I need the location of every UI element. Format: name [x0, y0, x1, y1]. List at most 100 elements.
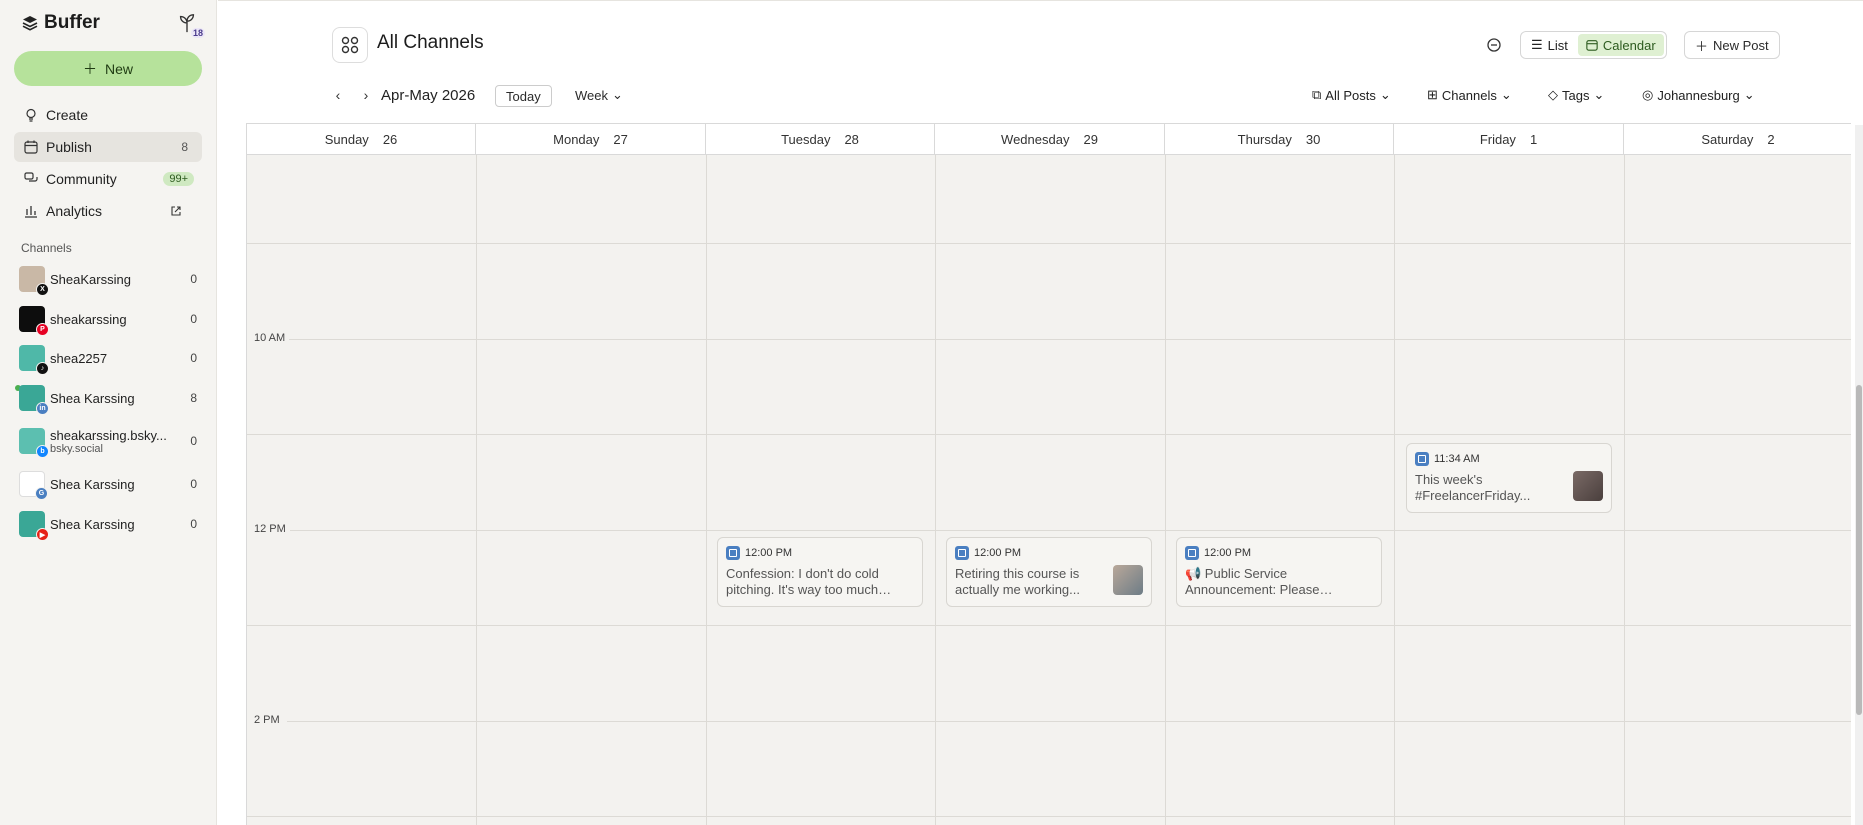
avatar: ▶	[19, 511, 49, 541]
post-text: Confession: I don't do cold pitching. It…	[726, 566, 879, 597]
hour-line	[247, 243, 1851, 244]
page-title: All Channels	[377, 32, 484, 53]
channel-item[interactable]: ▶ Shea Karssing 0	[19, 508, 203, 541]
post-time: 11:34 AM	[1415, 452, 1603, 466]
week-selector[interactable]: Week ⌄	[575, 87, 623, 103]
new-post-button[interactable]: ＋ New Post	[1684, 31, 1780, 59]
chevron-down-icon: ⌄	[1593, 87, 1605, 102]
scrollbar-thumb[interactable]	[1856, 385, 1862, 715]
post-card[interactable]: 11:34 AM This week's #FreelancerFriday..…	[1406, 443, 1612, 513]
channel-name: Shea Karssing	[50, 390, 135, 406]
day-header-friday: Friday 1	[1394, 124, 1624, 155]
post-card[interactable]: 12:00 PM Confession: I don't do cold pit…	[717, 537, 923, 607]
new-button[interactable]: ＋ New	[14, 51, 202, 86]
post-text: This week's #FreelancerFriday...	[1415, 472, 1531, 503]
tags-filter[interactable]: ◇ Tags ⌄	[1548, 87, 1604, 103]
plus-icon: ＋	[82, 60, 97, 77]
chevron-left-icon[interactable]: ‹	[330, 87, 346, 103]
hour-line	[287, 339, 1851, 340]
post-text: Retiring this course is actually me work…	[955, 566, 1080, 597]
all-channels-icon	[332, 27, 368, 63]
day-header-sunday: Sunday 26	[247, 124, 476, 155]
chat-bubbles-icon	[24, 172, 38, 182]
list-view-button[interactable]: ☰ List	[1523, 34, 1576, 56]
day-name: Monday	[553, 132, 600, 147]
channel-count: 0	[190, 434, 197, 448]
chevron-right-icon[interactable]: ›	[358, 87, 374, 103]
youtube-icon: ▶	[36, 528, 49, 541]
sidebar-item-label: Analytics	[46, 203, 103, 219]
hour-line	[247, 625, 1851, 626]
channel-count: 0	[190, 477, 197, 491]
publish-count: 8	[181, 140, 188, 154]
sidebar-item-community[interactable]: Community 99+	[14, 164, 202, 194]
buffer-logo[interactable]: Buffer	[22, 12, 100, 34]
calendar-view-button[interactable]: Calendar	[1577, 34, 1664, 56]
date-range: Apr-May 2026	[381, 87, 476, 104]
calendar-grid[interactable]: 10 AM 12 PM 2 PM 11:34 AM This week's #F…	[247, 155, 1851, 825]
day-date: 2	[1767, 132, 1775, 147]
sidebar-nav: Create Publish 8 Community 99+ Analytics	[14, 100, 202, 228]
day-date: 29	[1083, 132, 1098, 147]
day-header-monday: Monday 27	[476, 124, 706, 155]
calendar-view-label: Calendar	[1602, 37, 1656, 53]
chevron-down-icon: ⌄	[1743, 87, 1755, 102]
channel-item[interactable]: ♪ shea2257 0	[19, 342, 203, 375]
avatar: X	[19, 266, 49, 296]
posts-icon: ⧉	[1312, 87, 1322, 102]
post-time: 12:00 PM	[726, 546, 914, 560]
channel-name: SheaKarssing	[50, 271, 131, 287]
day-header-wednesday: Wednesday 29	[935, 124, 1165, 155]
chat-icon[interactable]	[1486, 37, 1502, 53]
new-post-label: New Post	[1713, 37, 1769, 53]
tags-filter-label: Tags	[1562, 87, 1590, 103]
channel-name: Shea Karssing	[50, 516, 135, 532]
sidebar-item-label: Create	[46, 107, 89, 123]
day-date: 30	[1305, 132, 1321, 147]
sprout-icon[interactable]: 18	[176, 12, 205, 38]
channel-item[interactable]: G Shea Karssing 0	[19, 468, 203, 500]
channels-filter-label: Channels	[1441, 87, 1497, 103]
hour-line	[287, 530, 1851, 531]
channel-name: Shea Karssing	[50, 476, 135, 492]
day-header-thursday: Thursday 30	[1165, 124, 1394, 155]
day-date: 1	[1529, 132, 1538, 147]
new-button-label: New	[104, 60, 133, 77]
calendar-scrollbar[interactable]	[1855, 125, 1863, 825]
timezone-filter[interactable]: ◎ Johannesburg ⌄	[1642, 87, 1755, 103]
channel-item[interactable]: X SheaKarssing 0	[19, 263, 203, 296]
channel-item[interactable]: b sheakarssing.bsky... bsky.social 0	[19, 425, 203, 458]
tiktok-icon: ♪	[36, 362, 49, 375]
post-time: 12:00 PM	[955, 546, 1143, 560]
chevron-down-icon: ⌄	[612, 87, 623, 102]
sprout-count: 18	[190, 28, 205, 38]
all-posts-filter[interactable]: ⧉ All Posts ⌄	[1312, 87, 1391, 103]
post-time-text: 12:00 PM	[1204, 547, 1252, 559]
post-card[interactable]: 12:00 PM 📢 Public Service Announcement: …	[1176, 537, 1382, 607]
sidebar-item-analytics[interactable]: Analytics	[14, 196, 202, 226]
day-date: 27	[613, 132, 628, 147]
channel-item[interactable]: in Shea Karssing 8	[15, 382, 203, 415]
view-toggle: ☰ List Calendar	[1520, 31, 1667, 59]
community-count-badge: 99+	[163, 172, 194, 186]
week-selector-label: Week	[575, 87, 608, 103]
channel-name: sheakarssing.bsky...	[50, 427, 167, 443]
today-button[interactable]: Today	[495, 85, 552, 107]
column-divider	[476, 155, 477, 825]
calendar-icon	[24, 140, 38, 154]
sidebar: Buffer 18 ＋ New Create Publish 8 Communi…	[0, 0, 217, 825]
channel-item[interactable]: P sheakarssing 0	[19, 303, 203, 336]
day-name: Friday	[1479, 132, 1516, 147]
sidebar-item-publish[interactable]: Publish 8	[14, 132, 202, 162]
channels-filter[interactable]: ⊞ Channels ⌄	[1427, 87, 1512, 103]
channel-count: 8	[190, 391, 197, 405]
day-header-tuesday: Tuesday 28	[706, 124, 935, 155]
post-card[interactable]: 12:00 PM Retiring this course is actuall…	[946, 537, 1152, 607]
brand-name: Buffer	[44, 12, 100, 33]
bluesky-icon: b	[36, 445, 49, 458]
day-name: Saturday	[1701, 132, 1754, 147]
day-date: 26	[382, 132, 398, 147]
tag-icon: ◇	[1548, 87, 1558, 102]
avatar: G	[19, 471, 48, 500]
sidebar-item-create[interactable]: Create	[14, 100, 202, 130]
